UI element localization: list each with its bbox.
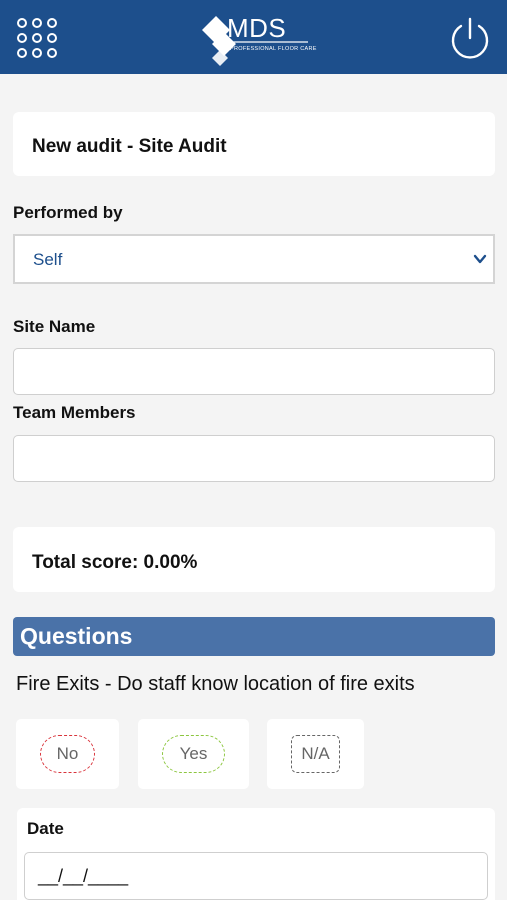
performed-by-value: Self — [33, 250, 63, 269]
power-icon[interactable] — [448, 16, 492, 60]
date-input[interactable]: __/__/____ — [24, 852, 488, 900]
answer-na-button[interactable]: N/A — [291, 735, 340, 773]
questions-title: Questions — [20, 623, 133, 649]
date-card: Date __/__/____ — [17, 808, 495, 900]
performed-by-label: Performed by — [13, 203, 123, 222]
questions-header: Questions — [13, 617, 495, 656]
site-name-label: Site Name — [13, 317, 96, 336]
chevron-down-icon — [473, 254, 487, 264]
top-bar: MDS PROFESSIONAL FLOOR CARE — [0, 0, 507, 74]
audit-title-card: New audit - Site Audit — [13, 112, 495, 176]
date-label: Date — [27, 819, 64, 838]
team-members-input[interactable] — [13, 435, 495, 482]
total-score: Total score: 0.00% — [32, 552, 198, 573]
site-name-input[interactable] — [13, 348, 495, 395]
answer-no-button[interactable]: No — [40, 735, 95, 773]
page-title: New audit - Site Audit — [32, 136, 227, 157]
answer-na-card[interactable]: N/A — [267, 719, 364, 789]
answer-no-card[interactable]: No — [16, 719, 119, 789]
team-members-label: Team Members — [13, 403, 136, 422]
date-value: __/__/____ — [38, 866, 129, 886]
total-score-card: Total score: 0.00% — [13, 527, 495, 592]
question-text: Fire Exits - Do staff know location of f… — [16, 673, 415, 695]
performed-by-select[interactable]: Self — [13, 234, 495, 284]
answer-yes-card[interactable]: Yes — [138, 719, 249, 789]
answer-yes-button[interactable]: Yes — [162, 735, 225, 773]
mds-logo: MDS PROFESSIONAL FLOOR CARE — [200, 10, 316, 66]
apps-menu-icon[interactable] — [17, 18, 57, 58]
logo-subtitle: PROFESSIONAL FLOOR CARE — [230, 46, 317, 52]
logo-text: MDS — [227, 13, 287, 43]
